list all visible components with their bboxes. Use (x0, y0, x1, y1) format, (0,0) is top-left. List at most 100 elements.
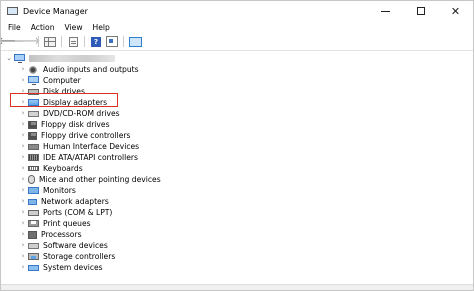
menu-file[interactable]: File (4, 23, 25, 32)
maximize-button[interactable] (403, 1, 438, 21)
tree-item-label: Processors (41, 230, 82, 239)
tree-item-storage-controllers[interactable]: › Storage controllers (18, 251, 116, 262)
toolbar-separator (38, 36, 39, 47)
collapse-chevron-icon[interactable]: ⌄ (4, 53, 14, 64)
tree-item-monitors[interactable]: › Monitors (18, 185, 76, 196)
display-adapters-highlight-box (10, 93, 118, 107)
tree-item-system-devices[interactable]: › System devices (18, 262, 103, 273)
expand-chevron-icon[interactable]: › (18, 240, 28, 251)
expand-chevron-icon[interactable]: › (18, 207, 28, 218)
computer-icon (28, 76, 39, 85)
floppy-disk-icon (28, 120, 37, 129)
menu-help[interactable]: Help (89, 23, 114, 32)
tree-item-label: Software devices (43, 241, 108, 250)
expand-chevron-icon[interactable]: › (18, 251, 28, 262)
processor-icon (28, 230, 37, 239)
close-icon: ✕ (450, 4, 461, 18)
forward-button[interactable]: 🡒 (14, 36, 41, 48)
tree-item-network-adapters[interactable]: › Network adapters (18, 196, 109, 207)
tree-item-label: Human Interface Devices (43, 142, 140, 151)
mouse-icon (28, 175, 35, 184)
storage-controller-icon (28, 253, 39, 260)
expand-chevron-icon[interactable]: › (18, 130, 28, 141)
tree-item-label: Floppy disk drives (41, 120, 110, 129)
keyboard-icon (28, 166, 39, 171)
help-button[interactable]: ? (89, 36, 103, 48)
tree-item-print-queues[interactable]: › Print queues (18, 218, 91, 229)
tree-item-label: Monitors (43, 186, 76, 195)
tree-item-label: Network adapters (41, 197, 109, 206)
title-bar: Device Manager ✕ (1, 1, 473, 21)
expand-chevron-icon[interactable]: › (18, 185, 28, 196)
expand-chevron-icon[interactable]: › (18, 196, 28, 207)
system-device-icon (28, 264, 39, 271)
document-icon (68, 36, 78, 47)
expand-chevron-icon[interactable]: › (18, 75, 28, 86)
hid-icon (28, 143, 39, 150)
tree-item-ide-controllers[interactable]: › IDE ATA/ATAPI controllers (18, 152, 138, 163)
expand-chevron-icon[interactable]: › (18, 152, 28, 163)
status-bar (1, 284, 473, 290)
properties-icon (106, 36, 118, 47)
scan-hardware-icon (128, 36, 142, 47)
close-button[interactable]: ✕ (438, 1, 473, 21)
speaker-icon (28, 65, 39, 74)
tree-item-label: Floppy drive controllers (41, 131, 131, 140)
expand-chevron-icon[interactable]: › (18, 229, 28, 240)
tree-item-label: DVD/CD-ROM drives (43, 109, 120, 118)
tree-item-ports[interactable]: › Ports (COM & LPT) (18, 207, 113, 218)
dvd-drive-icon (28, 110, 39, 117)
tree-item-audio[interactable]: › Audio inputs and outputs (18, 64, 139, 75)
toolbar-separator (123, 36, 124, 47)
network-adapter-icon (28, 198, 37, 205)
toolbar-separator (84, 36, 85, 47)
tree-root[interactable]: ⌄ (4, 53, 115, 64)
forward-arrow-icon: 🡒 (13, 35, 41, 47)
expand-chevron-icon[interactable]: › (18, 262, 28, 273)
monitor-icon (28, 187, 39, 194)
expand-chevron-icon[interactable]: › (18, 218, 28, 229)
printer-icon (28, 220, 39, 227)
tree-item-keyboards[interactable]: › Keyboards (18, 163, 83, 174)
window-title: Device Manager (23, 6, 88, 16)
expand-chevron-icon[interactable]: › (18, 119, 28, 130)
tree-item-dvd-drives[interactable]: › DVD/CD-ROM drives (18, 108, 120, 119)
expand-chevron-icon[interactable]: › (18, 64, 28, 75)
toolbar: 🡐 🡒 ? (1, 33, 473, 51)
tree-item-label: Print queues (43, 219, 91, 228)
tree-item-processors[interactable]: › Processors (18, 229, 82, 240)
maximize-icon (416, 7, 425, 15)
floppy-controller-icon (28, 131, 37, 140)
menu-action[interactable]: Action (27, 23, 59, 32)
menu-view[interactable]: View (61, 23, 87, 32)
expand-chevron-icon[interactable]: › (18, 174, 28, 185)
device-manager-icon (7, 6, 18, 16)
minimize-button[interactable] (368, 1, 403, 21)
export-list-button[interactable] (66, 36, 80, 48)
expand-chevron-icon[interactable]: › (18, 141, 28, 152)
tree-item-label: Keyboards (43, 164, 83, 173)
tree-item-label: IDE ATA/ATAPI controllers (43, 153, 138, 162)
expand-chevron-icon[interactable]: › (18, 108, 28, 119)
properties-button[interactable] (105, 36, 119, 48)
tree-item-floppy-disk-drives[interactable]: › Floppy disk drives (18, 119, 110, 130)
computer-name-redacted (29, 55, 115, 62)
tree-item-label: Mice and other pointing devices (39, 175, 161, 184)
minimize-icon (381, 10, 390, 12)
port-icon (28, 209, 39, 216)
tree-item-software-devices[interactable]: › Software devices (18, 240, 108, 251)
tree-item-mice[interactable]: › Mice and other pointing devices (18, 174, 161, 185)
tree-item-label: Storage controllers (43, 252, 116, 261)
computer-icon (14, 54, 25, 63)
toolbar-separator (61, 36, 62, 47)
tree-item-hid[interactable]: › Human Interface Devices (18, 141, 140, 152)
ide-controller-icon (28, 154, 39, 161)
tree-item-floppy-controllers[interactable]: › Floppy drive controllers (18, 130, 131, 141)
show-hide-console-tree-button[interactable] (43, 36, 57, 48)
tree-item-label: Audio inputs and outputs (43, 65, 139, 74)
expand-chevron-icon[interactable]: › (18, 163, 28, 174)
help-icon: ? (91, 36, 101, 47)
menu-bar: File Action View Help (1, 21, 473, 33)
scan-hardware-changes-button[interactable] (128, 36, 142, 48)
tree-item-computer[interactable]: › Computer (18, 75, 81, 86)
